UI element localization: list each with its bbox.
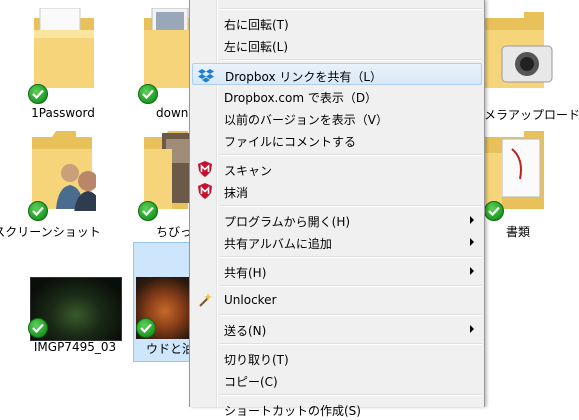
image-imgp7495-03[interactable]: IMGP7495_03 [20, 240, 130, 360]
menu-separator [220, 285, 482, 287]
folder-icon [34, 8, 94, 88]
menu-item-label: 送る(N) [224, 324, 267, 338]
menu-gutter [216, 0, 218, 407]
menu-separator [220, 8, 482, 10]
menu-separator [220, 394, 482, 396]
folder-icon [32, 131, 96, 211]
menu-item-shred[interactable]: 抹消 [192, 180, 482, 202]
menu-item-label: 切り取り(T) [224, 353, 289, 367]
sync-check-icon [136, 318, 156, 338]
sync-check-icon [28, 318, 48, 338]
folder-1password[interactable]: 1Password [8, 0, 118, 125]
sync-check-icon [28, 84, 48, 104]
menu-separator [220, 205, 482, 207]
menu-item-share[interactable]: 共有(H) [192, 260, 482, 282]
menu-item-label: 右に回転(T) [224, 18, 289, 32]
menu-separator [220, 154, 482, 156]
menu-item-copy[interactable]: コピー(C) [192, 369, 482, 391]
menu-item-dropbox-share-link[interactable]: Dropbox リンクを共有（L） [192, 63, 482, 85]
menu-item-label: 共有アルバムに追加 [224, 237, 332, 251]
menu-separator [220, 314, 482, 316]
submenu-arrow-icon [470, 216, 474, 224]
menu-item-label: 共有(H) [224, 266, 267, 280]
menu-item-label: 以前のバージョンを表示（V） [224, 113, 388, 127]
menu-item-rotate-left[interactable]: 左に回転(L) [192, 34, 482, 56]
item-label: IMGP7495_03 [33, 340, 117, 354]
menu-item-comment[interactable]: ファイルにコメントする [192, 129, 482, 151]
submenu-arrow-icon [470, 325, 474, 333]
item-label: カメラアップロード [472, 108, 579, 122]
menu-item-label: ショートカットの作成(S) [224, 404, 361, 418]
menu-item-label: スキャン [224, 164, 273, 178]
wand-icon [199, 293, 212, 307]
folder-icon [484, 131, 544, 209]
menu-item-rotate-right[interactable]: 右に回転(T) [192, 12, 482, 34]
item-label: スクリーンショット [0, 225, 101, 239]
menu-separator [220, 343, 482, 345]
sync-check-icon [138, 201, 158, 221]
menu-item-previous-versions[interactable]: 以前のバージョンを表示（V） [192, 107, 482, 129]
sync-check-icon [484, 201, 504, 221]
menu-item-scan[interactable]: スキャン [192, 158, 482, 180]
menu-item-dropbox-view[interactable]: Dropbox.com で表示（D） [192, 85, 482, 107]
menu-separator [220, 59, 482, 61]
menu-item-create-shortcut[interactable]: ショートカットの作成(S) [192, 398, 482, 420]
menu-separator [220, 256, 482, 258]
folder-screenshots[interactable]: スクリーンショット [0, 125, 102, 240]
menu-item-label: ファイルにコメントする [224, 135, 357, 149]
menu-item-label: Dropbox リンクを共有（L） [225, 70, 383, 84]
dropbox-icon [198, 69, 214, 83]
menu-item-send-to[interactable]: 送る(N) [192, 318, 482, 340]
context-menu: 右に回転(T) 左に回転(L) Dropbox リンクを共有（L） Dropbo… [189, 0, 485, 418]
folder-icon [484, 12, 553, 88]
menu-item-label: 左に回転(L) [224, 40, 289, 54]
menu-item-label: Unlocker [224, 293, 277, 307]
mcafee-icon [198, 161, 212, 177]
folder-documents[interactable]: 書類 [476, 125, 579, 240]
menu-item-label: コピー(C) [224, 375, 278, 389]
folder-camera-uploads[interactable]: カメラアップロード [472, 0, 579, 125]
item-label: 書類 [506, 225, 531, 239]
menu-item-open-with[interactable]: プログラムから開く(H) [192, 209, 482, 231]
menu-item-label: プログラムから開く(H) [224, 215, 351, 229]
menu-item-add-to-shared-album[interactable]: 共有アルバムに追加 [192, 231, 482, 253]
submenu-arrow-icon [470, 238, 474, 246]
sync-check-icon [138, 84, 158, 104]
mcafee-icon [198, 183, 212, 199]
submenu-arrow-icon [470, 267, 474, 275]
sync-check-icon [28, 201, 48, 221]
menu-item-cut[interactable]: 切り取り(T) [192, 347, 482, 369]
menu-item-label: 抹消 [224, 186, 249, 200]
item-label: 1Password [31, 106, 95, 120]
menu-item-label: Dropbox.com で表示（D） [224, 91, 378, 105]
menu-item-unlocker[interactable]: Unlocker [192, 289, 482, 311]
folder-icon [144, 131, 190, 209]
